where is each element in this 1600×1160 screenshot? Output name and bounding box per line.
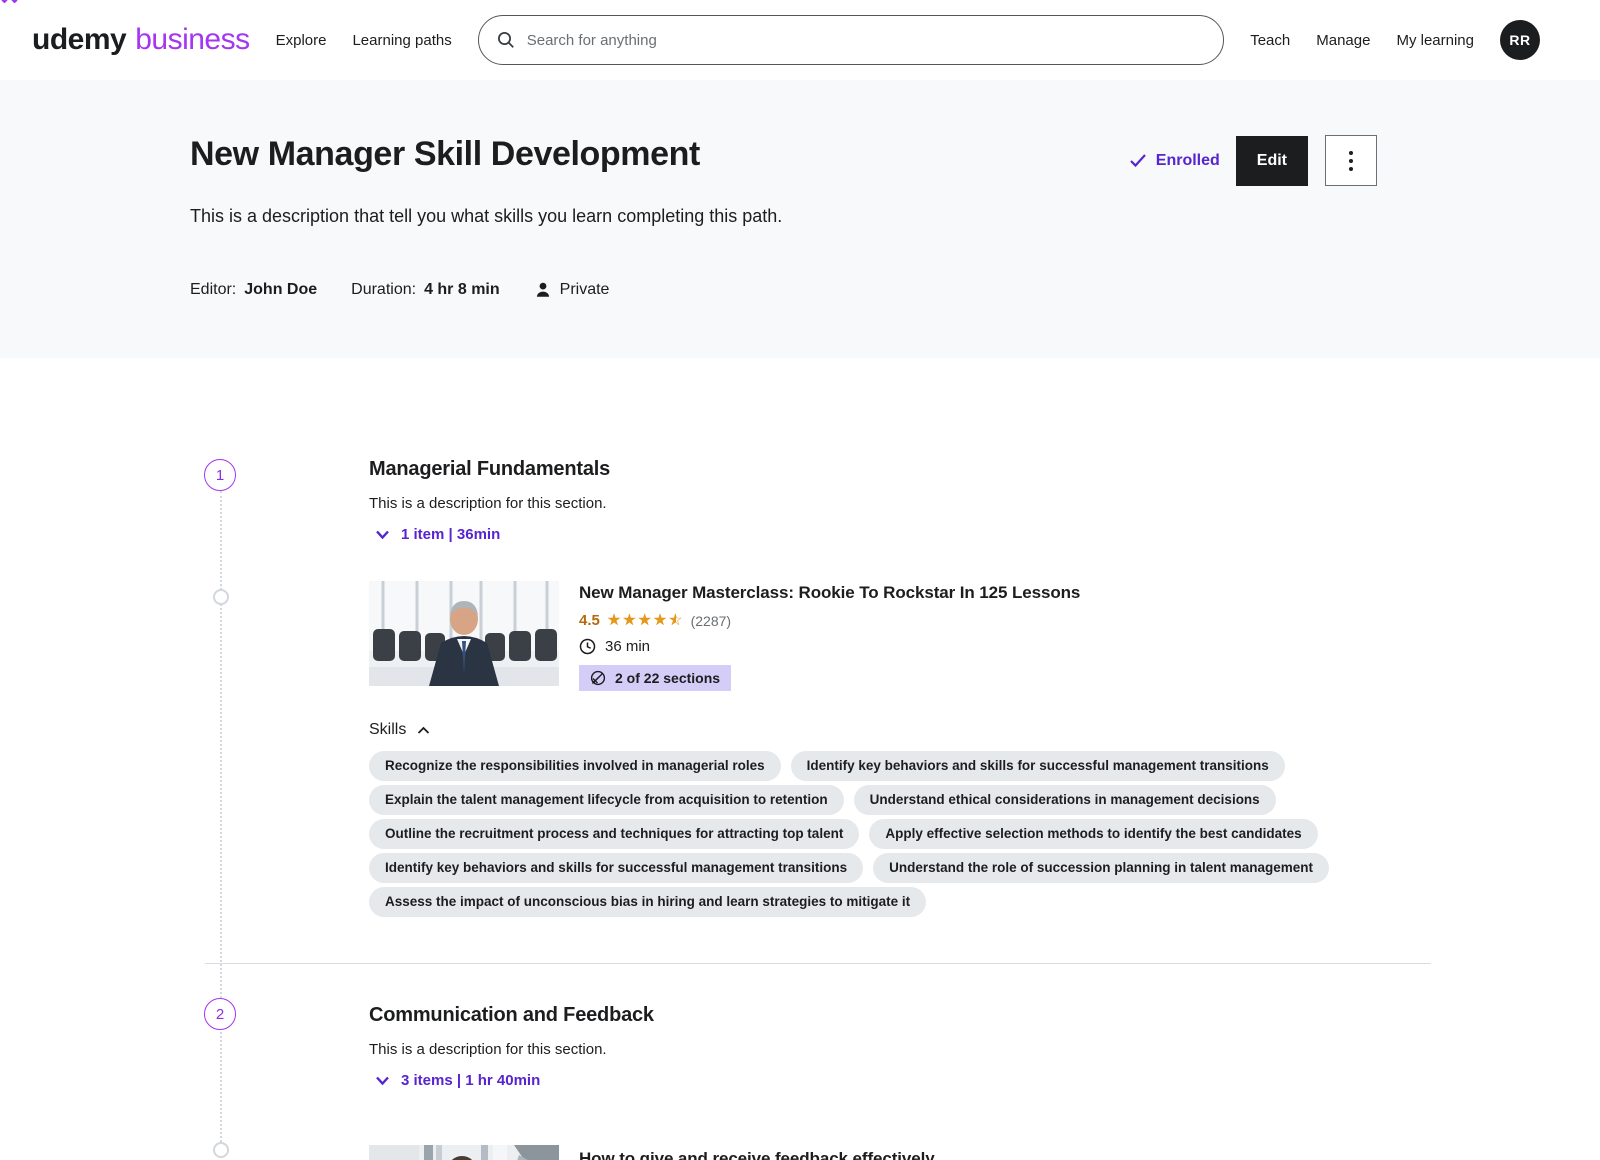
chevron-down-icon <box>375 1075 390 1086</box>
timeline-item-dot <box>213 589 229 605</box>
top-nav: udemy business Explore Learning paths Te… <box>0 0 1600 80</box>
skill-pill: Understand ethical considerations in man… <box>854 785 1276 815</box>
checkmark-icon <box>1129 153 1147 168</box>
logo-udemy-text: udemy <box>32 23 126 57</box>
skill-pill: Identify key behaviors and skills for su… <box>791 751 1285 781</box>
visibility-label: Private <box>560 281 610 299</box>
review-count: (2287) <box>691 613 731 629</box>
kebab-icon <box>1349 151 1353 155</box>
section-description: This is a description for this section. <box>369 1041 1430 1058</box>
edit-button[interactable]: Edit <box>1236 136 1308 186</box>
logo-business-text: business <box>135 23 249 57</box>
section-items-toggle[interactable]: 3 items | 1 hr 40min <box>369 1072 540 1089</box>
progress-badge: 2 of 22 sections <box>579 665 731 691</box>
progress-circle-icon <box>590 670 606 686</box>
search-icon[interactable] <box>497 31 515 49</box>
section-communication-feedback: Communication and Feedback This is a des… <box>369 964 1430 1160</box>
user-avatar[interactable]: RR <box>1500 20 1540 60</box>
path-description: This is a description that tell you what… <box>190 206 1377 227</box>
more-options-button[interactable] <box>1325 135 1377 186</box>
progress-text: 2 of 22 sections <box>615 670 720 686</box>
visibility-meta: Private <box>534 281 610 299</box>
clock-icon <box>579 638 596 655</box>
skill-pill: Identify key behaviors and skills for su… <box>369 853 863 883</box>
nav-link-teach[interactable]: Teach <box>1250 32 1290 49</box>
header-actions: Enrolled Edit <box>1129 135 1377 186</box>
path-meta: Editor: John Doe Duration: 4 hr 8 min Pr… <box>190 281 1377 299</box>
duration-value: 4 hr 8 min <box>424 281 500 299</box>
course-duration: 36 min <box>579 638 1080 655</box>
section-title: Communication and Feedback <box>369 1004 1430 1027</box>
timeline-item-dot <box>213 1142 229 1158</box>
nav-link-explore[interactable]: Explore <box>276 32 327 49</box>
chevron-up-icon <box>417 726 430 735</box>
skill-pill: Recognize the responsibilities involved … <box>369 751 781 781</box>
course-title[interactable]: New Manager Masterclass: Rookie To Rocks… <box>579 583 1080 603</box>
skills-block: Skills Recognize the responsibilities in… <box>369 721 1430 917</box>
section-items-toggle[interactable]: 1 item | 36min <box>369 526 500 543</box>
skill-pill: Explain the talent management lifecycle … <box>369 785 844 815</box>
chevron-down-icon <box>375 529 390 540</box>
course-details: New Manager Masterclass: Rookie To Rocks… <box>579 581 1080 691</box>
duration-text: 36 min <box>605 638 650 655</box>
section-description: This is a description for this section. <box>369 495 1430 512</box>
course-rating: 4.5 ☆☆☆☆☆ ★★★★★ (2287) <box>579 612 1080 629</box>
star-rating-icon: ☆☆☆☆☆ ★★★★★ <box>607 613 684 629</box>
path-content: 1 2 Managerial Fundamentals This is a de… <box>0 358 1600 1160</box>
nav-link-manage[interactable]: Manage <box>1316 32 1370 49</box>
editor-meta: Editor: John Doe <box>190 281 317 299</box>
items-summary: 3 items | 1 hr 40min <box>401 1072 540 1089</box>
path-header: New Manager Skill Development Enrolled E… <box>0 80 1600 358</box>
section-title: Managerial Fundamentals <box>369 458 1430 481</box>
course-card[interactable]: New Manager Masterclass: Rookie To Rocks… <box>369 581 1430 691</box>
skills-pills: Recognize the responsibilities involved … <box>369 751 1430 917</box>
avatar-initials: RR <box>1509 32 1530 48</box>
nav-link-learning-paths[interactable]: Learning paths <box>352 32 451 49</box>
enrolled-status: Enrolled <box>1129 152 1220 170</box>
duration-meta: Duration: 4 hr 8 min <box>351 281 500 299</box>
person-icon <box>534 281 552 299</box>
search-bar[interactable] <box>478 15 1224 65</box>
course-card[interactable]: How to give and receive feedback effecti… <box>369 1145 1430 1160</box>
skill-pill: Assess the impact of unconscious bias in… <box>369 887 926 917</box>
section-1-number: 1 <box>204 459 236 491</box>
course-title[interactable]: How to give and receive feedback effecti… <box>579 1149 935 1160</box>
section-2-number: 2 <box>204 998 236 1030</box>
skills-toggle[interactable]: Skills <box>369 721 430 739</box>
skills-label: Skills <box>369 721 406 739</box>
rating-value: 4.5 <box>579 612 600 629</box>
enrolled-label: Enrolled <box>1156 152 1220 170</box>
logo-caret-icon <box>1 0 18 3</box>
editor-name: John Doe <box>244 281 317 299</box>
skill-pill: Outline the recruitment process and tech… <box>369 819 859 849</box>
search-input[interactable] <box>527 32 1207 49</box>
skill-pill: Apply effective selection methods to ide… <box>869 819 1317 849</box>
course-thumbnail <box>369 1145 559 1160</box>
udemy-business-logo[interactable]: udemy business <box>32 23 250 57</box>
page-title: New Manager Skill Development <box>190 135 700 174</box>
course-thumbnail <box>369 581 559 686</box>
course-details: How to give and receive feedback effecti… <box>579 1145 935 1160</box>
skill-pill: Understand the role of succession planni… <box>873 853 1329 883</box>
items-summary: 1 item | 36min <box>401 526 500 543</box>
nav-link-my-learning[interactable]: My learning <box>1396 32 1474 49</box>
section-managerial-fundamentals: Managerial Fundamentals This is a descri… <box>369 358 1430 917</box>
